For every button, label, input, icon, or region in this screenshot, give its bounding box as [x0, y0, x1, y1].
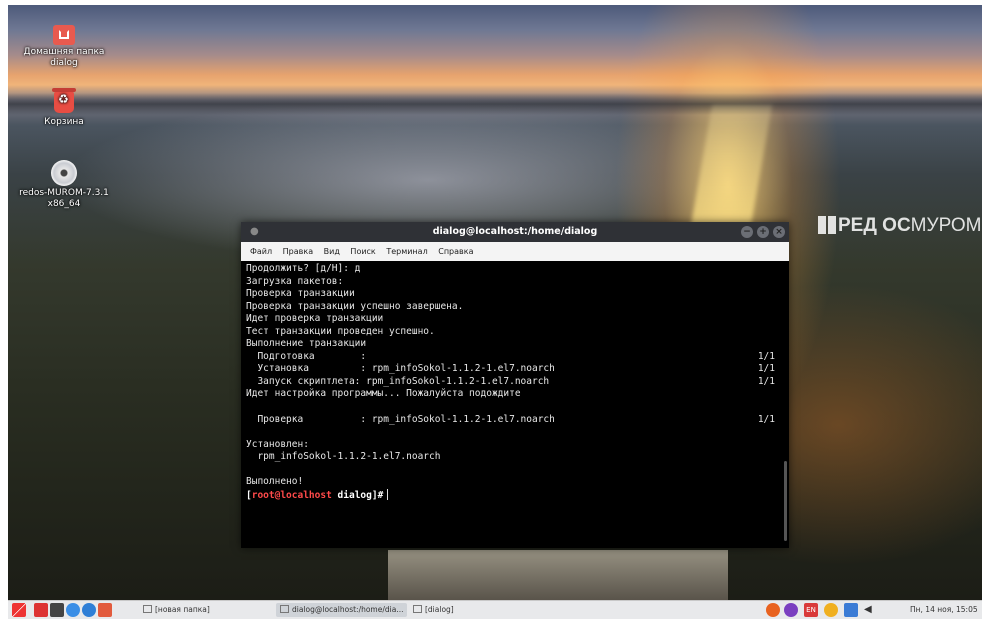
taskbar-clock[interactable]: Пн, 14 ноя, 15:05	[910, 603, 978, 617]
desktop-icon-label: dialog	[50, 58, 78, 68]
desktop-icon-label: Домашняя папка	[23, 47, 105, 57]
taskbar-task-terminal[interactable]: dialog@localhost:/home/dia...	[276, 603, 408, 617]
desktop-icon-disc[interactable]: redos-MUROM-7.3.1 x86_64	[14, 160, 114, 210]
menu-file[interactable]: Файл	[250, 247, 272, 256]
keyboard-layout-indicator[interactable]: EN	[804, 603, 818, 617]
terminal-title: dialog@localhost:/home/dialog	[432, 226, 598, 237]
browser-launcher-icon[interactable]	[66, 603, 80, 617]
terminal-line: Выполнено!	[246, 476, 304, 488]
terminal-line: Проверка транзакции успешно завершена.	[246, 300, 464, 312]
progress-count: 1/1	[757, 375, 775, 387]
terminal-line: Подготовка :1/1	[246, 350, 775, 362]
network-icon[interactable]	[844, 603, 858, 617]
taskbar-task-new-folder[interactable]: [новая папка]	[143, 603, 210, 617]
home-folder-icon	[53, 25, 75, 45]
progress-count: 1/1	[757, 350, 775, 362]
close-icon[interactable]: ×	[773, 226, 785, 238]
brand-part1: РЕД ОС	[838, 215, 911, 236]
tray-update-icon[interactable]	[824, 603, 838, 617]
brand-watermark: РЕД ОСМУРОМ	[818, 215, 981, 237]
terminal-line: Тест транзакции проведен успешно.	[246, 325, 435, 337]
desktop-icon-label: x86_64	[47, 199, 81, 209]
progress-count: 1/1	[757, 363, 775, 375]
terminal-titlebar[interactable]: ● dialog@localhost:/home/dialog − + ×	[241, 222, 789, 242]
folder-window-icon	[143, 605, 152, 613]
menu-view[interactable]: Вид	[324, 247, 340, 256]
volume-icon[interactable]: ◀	[864, 603, 878, 617]
folder-window-icon	[413, 605, 422, 613]
desktop-icon-label: Корзина	[44, 117, 84, 127]
terminal-line: Выполнение транзакции	[246, 338, 367, 350]
desktop-icon-trash[interactable]: Корзина	[14, 88, 114, 128]
text-cursor	[387, 488, 389, 500]
menu-help[interactable]: Справка	[438, 247, 473, 256]
terminal-launcher-icon[interactable]	[50, 603, 64, 617]
progress-count: 1/1	[757, 413, 775, 425]
terminal-output[interactable]: Продолжить? [д/Н]: д Загрузка пакетов: П…	[241, 261, 789, 548]
terminal-line: Проверка : rpm_infoSokol-1.1.2-1.el7.noa…	[246, 413, 775, 425]
redos-logo-icon	[818, 216, 836, 234]
minimize-icon[interactable]: −	[741, 226, 753, 238]
optical-disc-icon	[51, 160, 77, 186]
app-launcher-red-icon[interactable]	[34, 603, 48, 617]
terminal-line: Проверка транзакции	[246, 288, 355, 300]
terminal-line: Установлен:	[246, 438, 309, 450]
menu-search[interactable]: Поиск	[350, 247, 375, 256]
tray-app-icon[interactable]	[766, 603, 780, 617]
terminal-line: rpm_infoSokol-1.1.2-1.el7.noarch	[246, 451, 441, 463]
terminal-menubar: Файл Правка Вид Поиск Терминал Справка	[241, 242, 789, 261]
wallpaper-bridge	[388, 550, 728, 600]
terminal-line: Продолжить? [д/Н]: д	[246, 263, 361, 274]
desktop-icon-home-folder[interactable]: Домашняя папка dialog	[14, 25, 114, 69]
terminal-line: Запуск скриптлета: rpm_infoSokol-1.1.2-1…	[246, 375, 775, 387]
terminal-line: Загрузка пакетов:	[246, 275, 344, 287]
terminal-scrollbar[interactable]	[784, 461, 787, 541]
wallpaper-horizon	[8, 93, 982, 115]
terminal-line: Установка : rpm_infoSokol-1.1.2-1.el7.no…	[246, 363, 775, 375]
trash-icon	[52, 88, 76, 113]
terminal-line: Идет проверка транзакции	[246, 313, 384, 325]
terminal-window[interactable]: ● dialog@localhost:/home/dialog − + × Фа…	[241, 222, 789, 548]
office-launcher-icon[interactable]	[98, 603, 112, 617]
window-menu-icon[interactable]: ●	[250, 222, 259, 242]
tray-app2-icon[interactable]	[784, 603, 798, 617]
terminal-window-icon	[280, 605, 289, 613]
search-launcher-icon[interactable]	[82, 603, 96, 617]
taskbar: [новая папка] dialog@localhost:/home/dia…	[8, 600, 982, 619]
terminal-line: Идет настройка программы... Пожалуйста п…	[246, 388, 521, 400]
maximize-icon[interactable]: +	[757, 226, 769, 238]
menu-edit[interactable]: Правка	[283, 247, 313, 256]
terminal-prompt[interactable]: [root@localhost dialog]#	[246, 488, 775, 502]
taskbar-task-dialog[interactable]: [dialog]	[413, 603, 454, 617]
menu-terminal[interactable]: Терминал	[386, 247, 427, 256]
start-menu-icon[interactable]	[12, 603, 26, 617]
brand-part2: МУРОМ	[910, 215, 982, 236]
desktop-icon-label: redos-MUROM-7.3.1	[19, 188, 109, 198]
